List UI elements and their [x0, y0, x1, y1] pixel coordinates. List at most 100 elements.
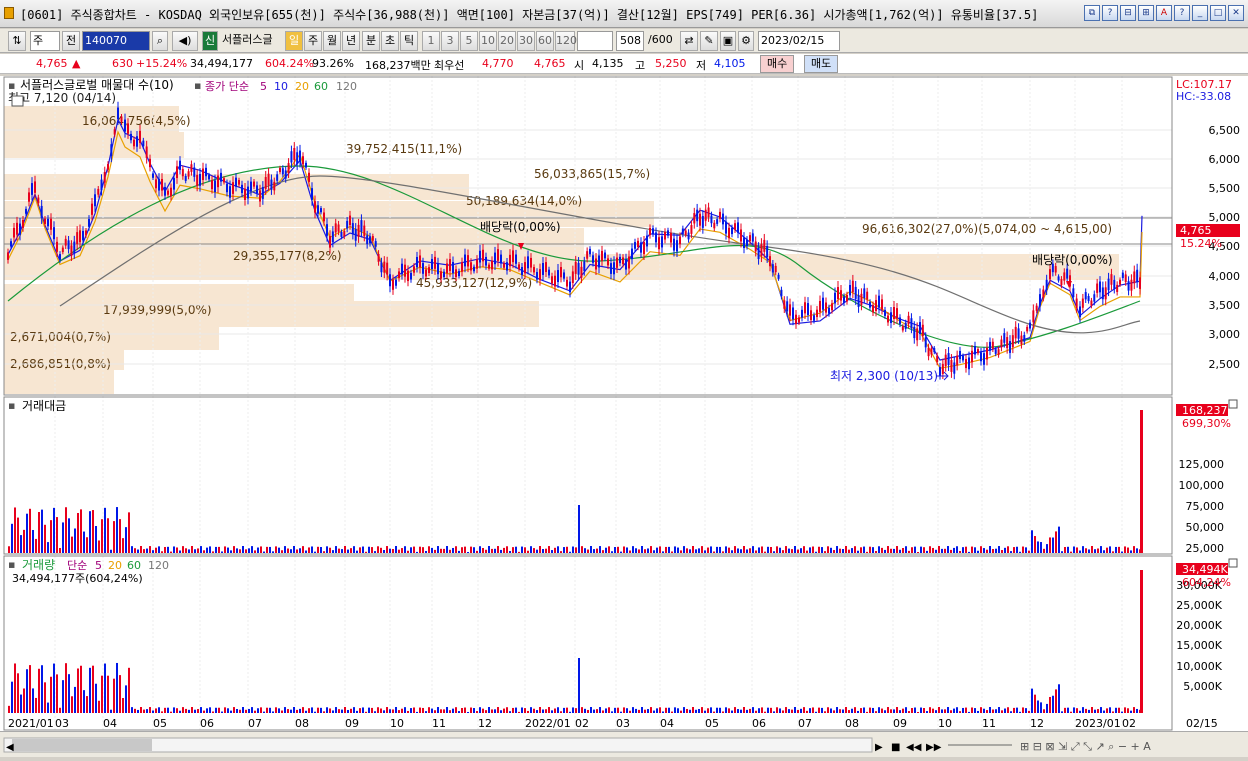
buy-button[interactable]: 매수 [760, 55, 795, 73]
volume-bar [95, 683, 97, 713]
volume-title: 거래량 [22, 558, 55, 572]
period-120[interactable]: 120 [555, 31, 577, 51]
stop-icon[interactable]: ■ [891, 742, 900, 753]
tab-monthly[interactable]: 월 [323, 31, 341, 51]
minimize-button[interactable]: _ [1192, 5, 1208, 21]
volume-bar [266, 707, 268, 713]
sound-icon[interactable]: ◀) [172, 31, 198, 51]
volume-bar [1040, 702, 1042, 713]
play-icon[interactable]: ▶ [875, 742, 883, 753]
volume-bar [281, 710, 283, 713]
panel-close-icon[interactable] [1228, 558, 1238, 568]
period-60[interactable]: 60 [536, 31, 554, 51]
compare-icon[interactable]: ⇄ [680, 31, 698, 51]
candle-body [780, 289, 783, 297]
amount-bar [77, 512, 79, 553]
amount-bar [1085, 548, 1087, 553]
maximize-button[interactable]: □ [1210, 5, 1226, 21]
volume-bar [656, 708, 658, 713]
volume-bar [848, 710, 850, 713]
tab-second[interactable]: 초 [381, 31, 399, 51]
grid-button[interactable]: ⊞ [1138, 5, 1154, 21]
tab-minute[interactable]: 분 [362, 31, 380, 51]
volume: 34,494,177 [190, 57, 253, 70]
settings-icon[interactable]: ⚙ [738, 31, 754, 51]
period-20[interactable]: 20 [498, 31, 516, 51]
volume-bar [779, 708, 781, 713]
volume-tick: 15,000K [1176, 639, 1222, 652]
candle-body [1042, 289, 1045, 298]
period-30[interactable]: 30 [517, 31, 535, 51]
tool-icons[interactable]: ⊞ ⊟ ⊠ ⇲ ⤢ ⤡ ↗ ⌕ − + A [1020, 740, 1151, 753]
amount-bar [350, 548, 352, 553]
tab-yearly[interactable]: 년 [342, 31, 360, 51]
amount-bar [635, 548, 637, 553]
amount-bar [488, 546, 490, 553]
chart-area[interactable]: 16,064,756(4,5%) 39,752,415(11,1%) 56,033,… [0, 76, 1248, 731]
volume-bar [125, 685, 127, 713]
font-button[interactable]: A [1156, 5, 1172, 21]
stock-code-input[interactable]: 140070 [82, 31, 150, 51]
tab-weekly[interactable]: 주 [304, 31, 322, 51]
amount-bar [638, 549, 640, 553]
scroll-left-icon[interactable]: ◀ [6, 742, 14, 753]
volume-bar [434, 710, 436, 713]
amount-bar [590, 546, 592, 553]
volume-bar [29, 665, 31, 713]
custom-period-select[interactable] [577, 31, 613, 51]
close-button[interactable]: ✕ [1228, 5, 1244, 21]
amount-bar [35, 538, 37, 553]
scroll-thumb[interactable] [12, 739, 152, 751]
chart-svg[interactable]: 16,064,756(4,5%) 39,752,415(11,1%) 56,033,… [0, 76, 1248, 731]
period-5[interactable]: 5 [460, 31, 478, 51]
volume-bar [674, 707, 676, 713]
ma-120: 120 [336, 80, 357, 93]
volume-bar [941, 709, 943, 713]
count-input[interactable]: 508 [616, 31, 644, 51]
date-input[interactable]: 2023/02/15 [758, 31, 840, 51]
chart-type-icon[interactable]: ⇅ [8, 31, 26, 51]
search-icon[interactable]: ⌕ [152, 31, 168, 51]
volume-bar [296, 709, 298, 713]
link-button[interactable]: ⧉ [1084, 5, 1100, 21]
volume-collapse-icon[interactable]: ▪ [8, 558, 15, 571]
ma-collapse-icon[interactable]: ▪ [194, 79, 201, 92]
amount-bar [1055, 531, 1057, 553]
candle-body [1075, 298, 1078, 309]
amount-bar [413, 546, 415, 553]
volume-bar [1079, 710, 1081, 713]
period-1[interactable]: 1 [422, 31, 440, 51]
amount-close-icon[interactable] [1228, 399, 1238, 409]
dividend-label: 배당락(0,00%) [480, 220, 561, 234]
save-icon[interactable]: ▣ [720, 31, 736, 51]
period-3[interactable]: 3 [441, 31, 459, 51]
tab-tick[interactable]: 틱 [400, 31, 418, 51]
amount-bar [878, 546, 880, 553]
table-icon[interactable] [11, 95, 24, 107]
sell-button[interactable]: 매도 [804, 55, 839, 73]
candle-body [37, 197, 40, 204]
amount-bar [497, 546, 499, 553]
candle-body [884, 309, 886, 316]
amount-bar [482, 547, 484, 553]
market-select[interactable]: 주 [30, 31, 60, 51]
amount-collapse-icon[interactable]: ▪ [8, 399, 15, 412]
fastforward-icon[interactable]: ▶▶ [926, 742, 942, 753]
amount-bar [530, 546, 532, 553]
tab-daily[interactable]: 일 [285, 31, 303, 51]
amount-bar [113, 521, 115, 553]
volume-bar [947, 707, 949, 713]
volume-bar [1043, 709, 1045, 713]
tile-button[interactable]: ⊟ [1120, 5, 1136, 21]
amount-bar [143, 549, 145, 553]
amount-bar [605, 547, 607, 553]
volume-bar [575, 708, 577, 713]
rewind-icon[interactable]: ◀◀ [906, 742, 922, 753]
help-button[interactable]: ? [1102, 5, 1118, 21]
draw-icon[interactable]: ✎ [700, 31, 718, 51]
info-button[interactable]: ? [1174, 5, 1190, 21]
amount-bar [455, 546, 457, 553]
candle-body [334, 223, 337, 233]
period-10[interactable]: 10 [479, 31, 497, 51]
prev-button[interactable]: 전 [62, 31, 80, 51]
